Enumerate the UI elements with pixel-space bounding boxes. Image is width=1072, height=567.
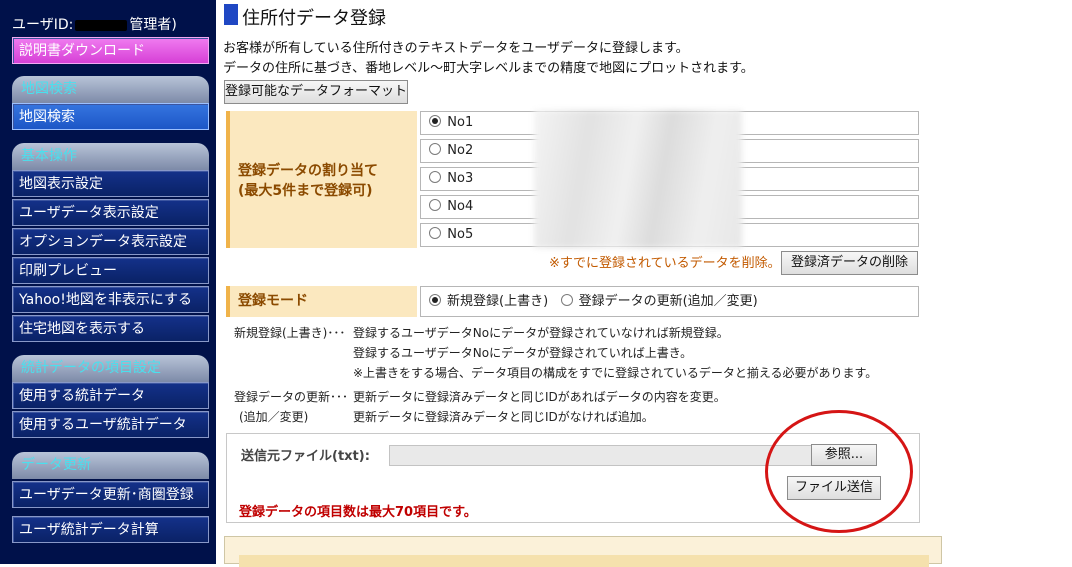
sidebar-item-print-preview[interactable]: 印刷プレビュー (12, 257, 209, 284)
page-title: 住所付データ登録 (242, 8, 386, 29)
explain-new-line-3: ※上書きをする場合、データ項目の構成をすでに登録されているデータと揃える必要があ… (353, 366, 878, 380)
redacted-user-id (75, 19, 128, 31)
upload-file-label: 送信元ファイル(txt): (241, 449, 370, 464)
radio-mode-update[interactable] (560, 294, 573, 306)
sidebar-item-user-data-display[interactable]: ユーザデータ表示設定 (12, 199, 209, 226)
mode-label: 登録モード (226, 286, 417, 317)
radio-slot-5[interactable] (429, 227, 442, 239)
explain-update-line-2: 更新データに登録済みデータと同じIDがなければ追加。 (353, 410, 654, 424)
radio-mode-new[interactable] (429, 294, 441, 306)
explain-new-line-1: 登録するユーザデータNoにデータが登録されていなければ新規登録。 (353, 326, 729, 340)
assign-sublabel: (最大5件まで登録可) (238, 183, 373, 199)
delete-registered-data-button[interactable]: 登録済データの削除 (781, 251, 918, 275)
slot-label: No3 (447, 171, 474, 186)
slot-label: No5 (447, 227, 474, 242)
radio-slot-3[interactable] (429, 171, 442, 183)
item-limit-note: 登録データの項目数は最大70項目です。 (239, 505, 477, 520)
section-header-stats: 統計データの項目設定 (12, 355, 209, 382)
description-line-1: お客様が所有している住所付きのテキストデータをユーザデータに登録します。 (223, 41, 689, 56)
description-line-2: データの住所に基づき、番地レベル～町大字レベルまでの精度で地図にプロットされます… (223, 61, 754, 76)
sidebar-item-show-housing-map[interactable]: 住宅地図を表示する (12, 315, 209, 342)
manual-download-button[interactable]: 説明書ダウンロード (12, 37, 209, 64)
sidebar-item-stats-data[interactable]: 使用する統計データ (12, 382, 209, 409)
mode-new-label: 新規登録(上書き) (447, 294, 549, 309)
sidebar-item-option-data-display[interactable]: オプションデータ表示設定 (12, 228, 209, 255)
explain-new-heading: 新規登録(上書き)･･･ (234, 326, 346, 340)
lower-panel (224, 536, 942, 567)
mode-options: 新規登録(上書き) 登録データの更新(追加／変更) (420, 286, 919, 317)
sidebar-item-hide-yahoo-map[interactable]: Yahoo!地図を非表示にする (12, 286, 209, 313)
slot-label: No1 (447, 115, 474, 130)
assign-label: 登録データの割り当て (238, 163, 378, 179)
sidebar-item-user-data-update[interactable]: ユーザデータ更新･商圏登録 (12, 481, 209, 508)
mode-update-label: 登録データの更新(追加／変更) (578, 294, 758, 309)
section-header-map-search: 地図検索 (12, 76, 209, 103)
sidebar-item-user-stats-calc[interactable]: ユーザ統計データ計算 (12, 516, 209, 543)
sidebar-item-map-display-settings[interactable]: 地図表示設定 (12, 170, 209, 197)
radio-slot-1[interactable] (429, 115, 442, 127)
slot-label: No4 (447, 199, 474, 214)
radio-slot-4[interactable] (429, 199, 442, 211)
browse-button[interactable]: 参照... (811, 444, 877, 466)
file-path-input[interactable] (389, 445, 813, 466)
assign-label-cell: 登録データの割り当て (最大5件まで登録可) (226, 111, 417, 248)
data-format-button[interactable]: 登録可能なデータフォーマット (224, 80, 408, 104)
section-header-data-update: データ更新 (12, 452, 209, 479)
user-role: 管理者) (129, 17, 177, 33)
title-marker (224, 4, 238, 25)
explain-new-line-2: 登録するユーザデータNoにデータが登録されていれば上書き。 (353, 346, 693, 360)
file-send-button[interactable]: ファイル送信 (787, 476, 881, 500)
explain-update-heading: 登録データの更新･･･ (234, 390, 349, 404)
section-header-basic: 基本操作 (12, 143, 209, 170)
sidebar: ユーザID: 管理者) 説明書ダウンロード 地図検索 地図検索 基本操作 地図表示… (0, 0, 216, 564)
explain-update-subheading: (追加／変更) (239, 410, 309, 424)
user-id-label: ユーザID: (12, 17, 74, 33)
user-id-line: ユーザID: 管理者) (12, 14, 212, 34)
main-content: 住所付データ登録 お客様が所有している住所付きのテキストデータをユーザデータに登… (222, 0, 1072, 567)
radio-slot-2[interactable] (429, 143, 442, 155)
slot-label: No2 (447, 143, 474, 158)
delete-note: ※すでに登録されているデータを削除。> (549, 256, 792, 271)
sidebar-item-map-search[interactable]: 地図検索 (12, 103, 209, 130)
explain-update-line-1: 更新データに登録済みデータと同じIDがあればデータの内容を変更。 (353, 390, 726, 404)
sidebar-item-user-stats-data[interactable]: 使用するユーザ統計データ (12, 411, 209, 438)
redacted-data-names (534, 110, 742, 248)
lower-panel-inner (239, 555, 929, 567)
upload-panel: 送信元ファイル(txt): 参照... ファイル送信 登録データの項目数は最大7… (226, 433, 920, 523)
